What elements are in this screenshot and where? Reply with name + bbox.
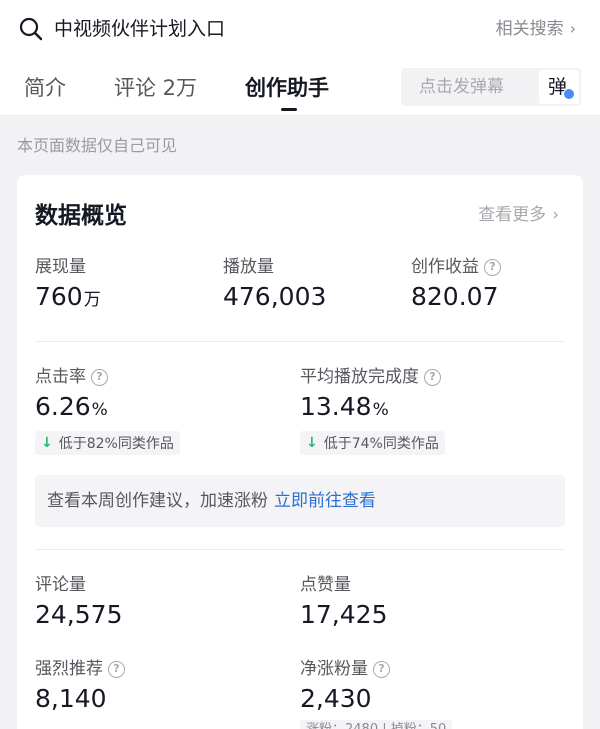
tab-creator-assistant[interactable]: 创作助手 <box>245 74 329 102</box>
metric-value: 8,140 <box>35 684 107 713</box>
metric-creation-income[interactable]: 创作收益? 820.07 <box>411 255 501 313</box>
metric-label: 点赞量 <box>300 575 351 595</box>
metric-label: 点击率 <box>35 367 86 387</box>
search-bar[interactable]: 中视频伙伴计划入口 相关搜索 › <box>0 0 600 58</box>
help-icon[interactable]: ? <box>108 660 125 678</box>
active-tab-indicator <box>281 108 297 111</box>
metric-value: 17,425 <box>300 600 388 629</box>
metric-value: 476,003 <box>223 282 327 311</box>
metric-label: 播放量 <box>223 257 274 277</box>
metric-label: 强烈推荐 <box>35 659 103 679</box>
metric-likes[interactable]: 点赞量 17,425 <box>300 573 387 631</box>
metric-unit: % <box>372 400 389 420</box>
metric-label: 展现量 <box>35 257 86 277</box>
comparison-text: 低于74%同类作品 <box>323 436 439 452</box>
card-title: 数据概览 <box>35 203 127 229</box>
metric-comments[interactable]: 评论量 24,575 <box>35 573 122 631</box>
fans-breakdown-badge: 涨粉：2480 | 掉粉：50 <box>300 720 453 729</box>
metric-value: 24,575 <box>35 600 123 629</box>
danmu-toggle-button[interactable]: 弹 <box>539 70 579 104</box>
help-icon[interactable]: ? <box>373 660 390 678</box>
help-icon[interactable]: ? <box>484 258 501 276</box>
chevron-right-icon: › <box>552 205 559 225</box>
metric-value: 13.48 <box>300 392 372 421</box>
metric-net-followers[interactable]: 净涨粉量? 2,430 <box>300 657 390 715</box>
metric-label: 净涨粉量 <box>300 659 368 679</box>
danmu-input[interactable]: 点击发弹幕 <box>419 76 504 98</box>
arrow-down-icon: ↓ <box>306 435 318 451</box>
tab-comments[interactable]: 评论 2万 <box>114 74 197 102</box>
metric-value: 820.07 <box>411 282 499 311</box>
metric-unit: 万 <box>83 290 101 310</box>
metric-unit: % <box>91 400 108 420</box>
metric-completion[interactable]: 平均播放完成度? 13.48% ↓ 低于74%同类作品 <box>300 365 445 455</box>
suggestion-text: 查看本周创作建议，加速涨粉 <box>47 491 268 511</box>
search-icon <box>19 17 43 41</box>
metric-strong-recommend[interactable]: 强烈推荐? 8,140 <box>35 657 125 715</box>
data-overview-card: 数据概览 查看更多 › 展现量 760万 播放量 476,003 创作收益? 82… <box>17 175 583 729</box>
metric-plays[interactable]: 播放量 476,003 <box>223 255 326 313</box>
metric-label: 平均播放完成度 <box>300 367 419 387</box>
metric-value: 2,430 <box>300 684 372 713</box>
comparison-badge: ↓ 低于82%同类作品 <box>35 431 180 455</box>
divider <box>35 549 565 550</box>
related-search-link[interactable]: 相关搜索 › <box>496 17 576 41</box>
help-icon[interactable]: ? <box>424 368 441 386</box>
arrow-down-icon: ↓ <box>41 435 53 451</box>
check-badge-icon <box>563 88 575 100</box>
view-more-link[interactable]: 查看更多 › <box>478 203 559 227</box>
privacy-notice: 本页面数据仅自己可见 <box>17 136 178 155</box>
suggestion-banner[interactable]: 查看本周创作建议，加速涨粉 立即前往查看 <box>35 475 565 527</box>
comparison-badge: ↓ 低于74%同类作品 <box>300 431 445 455</box>
metric-impressions[interactable]: 展现量 760万 <box>35 255 101 316</box>
chevron-right-icon: › <box>569 19 576 38</box>
metric-label: 评论量 <box>35 575 86 595</box>
danmu-input-box[interactable]: 点击发弹幕 弹 <box>401 68 581 106</box>
related-search-label: 相关搜索 <box>495 19 564 39</box>
view-more-label: 查看更多 <box>478 205 547 225</box>
metric-value: 760 <box>35 282 83 311</box>
divider <box>35 341 565 342</box>
search-query[interactable]: 中视频伙伴计划入口 <box>54 16 225 42</box>
metric-value: 6.26 <box>35 392 91 421</box>
suggestion-link[interactable]: 立即前往查看 <box>274 491 376 511</box>
metric-ctr[interactable]: 点击率? 6.26% ↓ 低于82%同类作品 <box>35 365 180 455</box>
comparison-text: 低于82%同类作品 <box>58 436 174 452</box>
help-icon[interactable]: ? <box>91 368 108 386</box>
metric-label: 创作收益 <box>411 257 479 277</box>
tab-intro[interactable]: 简介 <box>24 74 66 102</box>
